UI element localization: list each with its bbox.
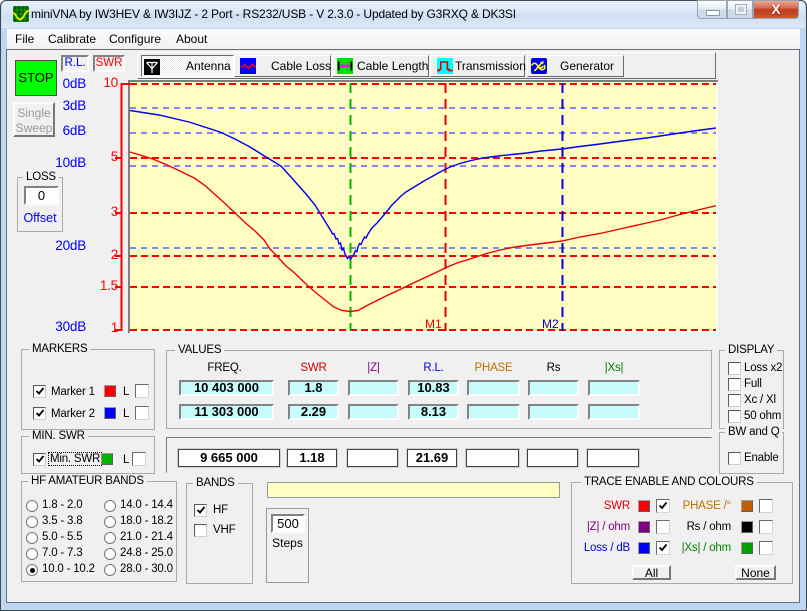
svg-text:M1: M1 — [425, 317, 442, 331]
svg-text:M2: M2 — [542, 317, 559, 331]
